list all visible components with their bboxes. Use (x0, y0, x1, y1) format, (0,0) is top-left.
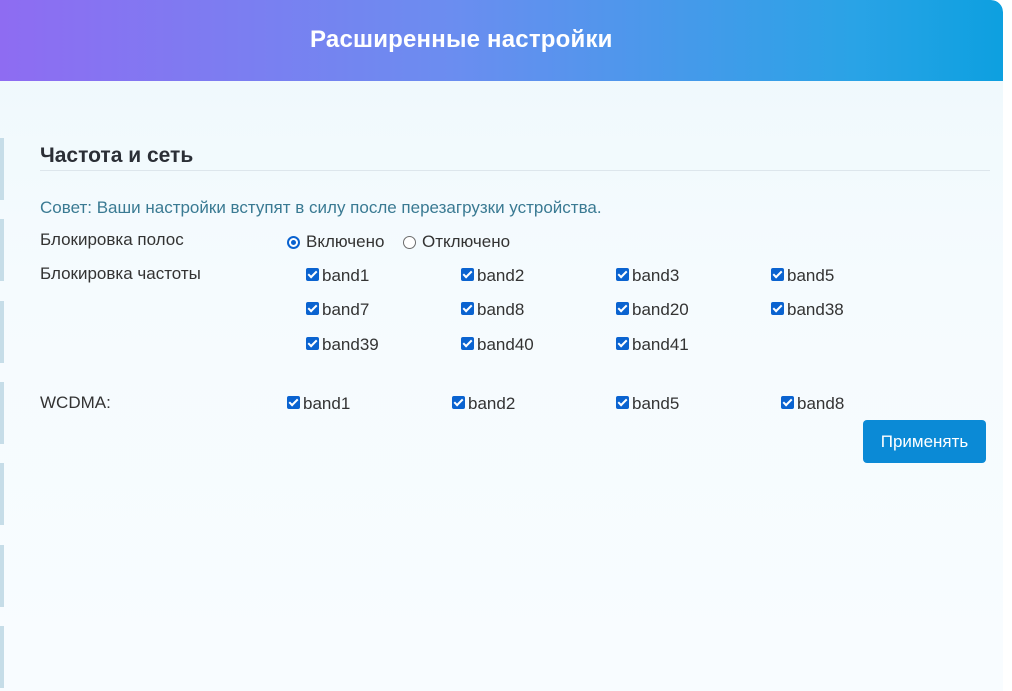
checkbox-label: band41 (632, 335, 689, 354)
checkbox-checked-icon[interactable] (616, 336, 629, 350)
checkbox-label: band5 (632, 394, 680, 413)
restart-tip: Совет: Ваши настройки вступят в силу пос… (40, 198, 602, 217)
freq-band1-checkbox[interactable]: band1 (306, 266, 369, 286)
freq-band5-checkbox[interactable]: band5 (771, 266, 834, 286)
checkbox-label: band8 (797, 394, 845, 413)
side-edge-decoration (0, 138, 4, 200)
band-lock-enabled-radio[interactable]: Включено (287, 232, 384, 252)
side-edge-decoration (0, 626, 4, 688)
checkbox-label: band39 (322, 335, 379, 354)
radio-label: Включено (306, 232, 385, 251)
checkbox-label: band38 (787, 300, 844, 319)
band-lock-disabled-radio[interactable]: Отключено (403, 232, 510, 252)
checkbox-checked-icon[interactable] (781, 395, 794, 409)
checkbox-label: band2 (477, 266, 525, 285)
section-title: Частота и сеть (40, 144, 194, 167)
side-edge-decoration (0, 463, 4, 525)
checkbox-checked-icon[interactable] (306, 301, 319, 315)
checkbox-checked-icon[interactable] (287, 395, 300, 409)
freq-band2-checkbox[interactable]: band2 (461, 266, 524, 286)
checkbox-label: band3 (632, 266, 680, 285)
freq-band39-checkbox[interactable]: band39 (306, 335, 379, 355)
checkbox-checked-icon[interactable] (461, 267, 474, 281)
freq-lock-label: Блокировка частоты (40, 264, 201, 283)
side-edge-decoration (0, 382, 4, 444)
radio-unselected-icon[interactable] (403, 235, 416, 249)
wcdma-label: WCDMA: (40, 393, 111, 412)
freq-band41-checkbox[interactable]: band41 (616, 335, 689, 355)
apply-button[interactable]: Применять (863, 420, 986, 463)
section-divider (40, 170, 990, 171)
checkbox-checked-icon[interactable] (461, 336, 474, 350)
settings-panel: Расширенные настройки Частота и сеть Сов… (0, 0, 1003, 691)
checkbox-label: band20 (632, 300, 689, 319)
freq-band8-checkbox[interactable]: band8 (461, 300, 524, 320)
band-lock-label: Блокировка полос (40, 230, 184, 249)
checkbox-checked-icon[interactable] (461, 301, 474, 315)
freq-band40-checkbox[interactable]: band40 (461, 335, 534, 355)
checkbox-label: band2 (468, 394, 516, 413)
page-title: Расширенные настройки (310, 26, 613, 53)
wcdma-band5-checkbox[interactable]: band5 (616, 394, 679, 414)
side-edge-decoration (0, 545, 4, 607)
checkbox-label: band1 (303, 394, 351, 413)
freq-band20-checkbox[interactable]: band20 (616, 300, 689, 320)
freq-band3-checkbox[interactable]: band3 (616, 266, 679, 286)
checkbox-label: band8 (477, 300, 525, 319)
radio-selected-icon[interactable] (287, 235, 300, 249)
wcdma-band2-checkbox[interactable]: band2 (452, 394, 515, 414)
checkbox-label: band40 (477, 335, 534, 354)
checkbox-checked-icon[interactable] (616, 301, 629, 315)
checkbox-label: band7 (322, 300, 370, 319)
checkbox-checked-icon[interactable] (306, 267, 319, 281)
checkbox-checked-icon[interactable] (616, 267, 629, 281)
wcdma-band8-checkbox[interactable]: band8 (781, 394, 844, 414)
side-edge-decoration (0, 301, 4, 363)
freq-band38-checkbox[interactable]: band38 (771, 300, 844, 320)
checkbox-checked-icon[interactable] (771, 267, 784, 281)
page-header: Расширенные настройки (0, 0, 1003, 81)
checkbox-label: band1 (322, 266, 370, 285)
checkbox-checked-icon[interactable] (306, 336, 319, 350)
freq-band7-checkbox[interactable]: band7 (306, 300, 369, 320)
checkbox-label: band5 (787, 266, 835, 285)
wcdma-band1-checkbox[interactable]: band1 (287, 394, 350, 414)
side-edge-decoration (0, 219, 4, 281)
checkbox-checked-icon[interactable] (771, 301, 784, 315)
checkbox-checked-icon[interactable] (452, 395, 465, 409)
checkbox-checked-icon[interactable] (616, 395, 629, 409)
radio-label: Отключено (422, 232, 511, 251)
